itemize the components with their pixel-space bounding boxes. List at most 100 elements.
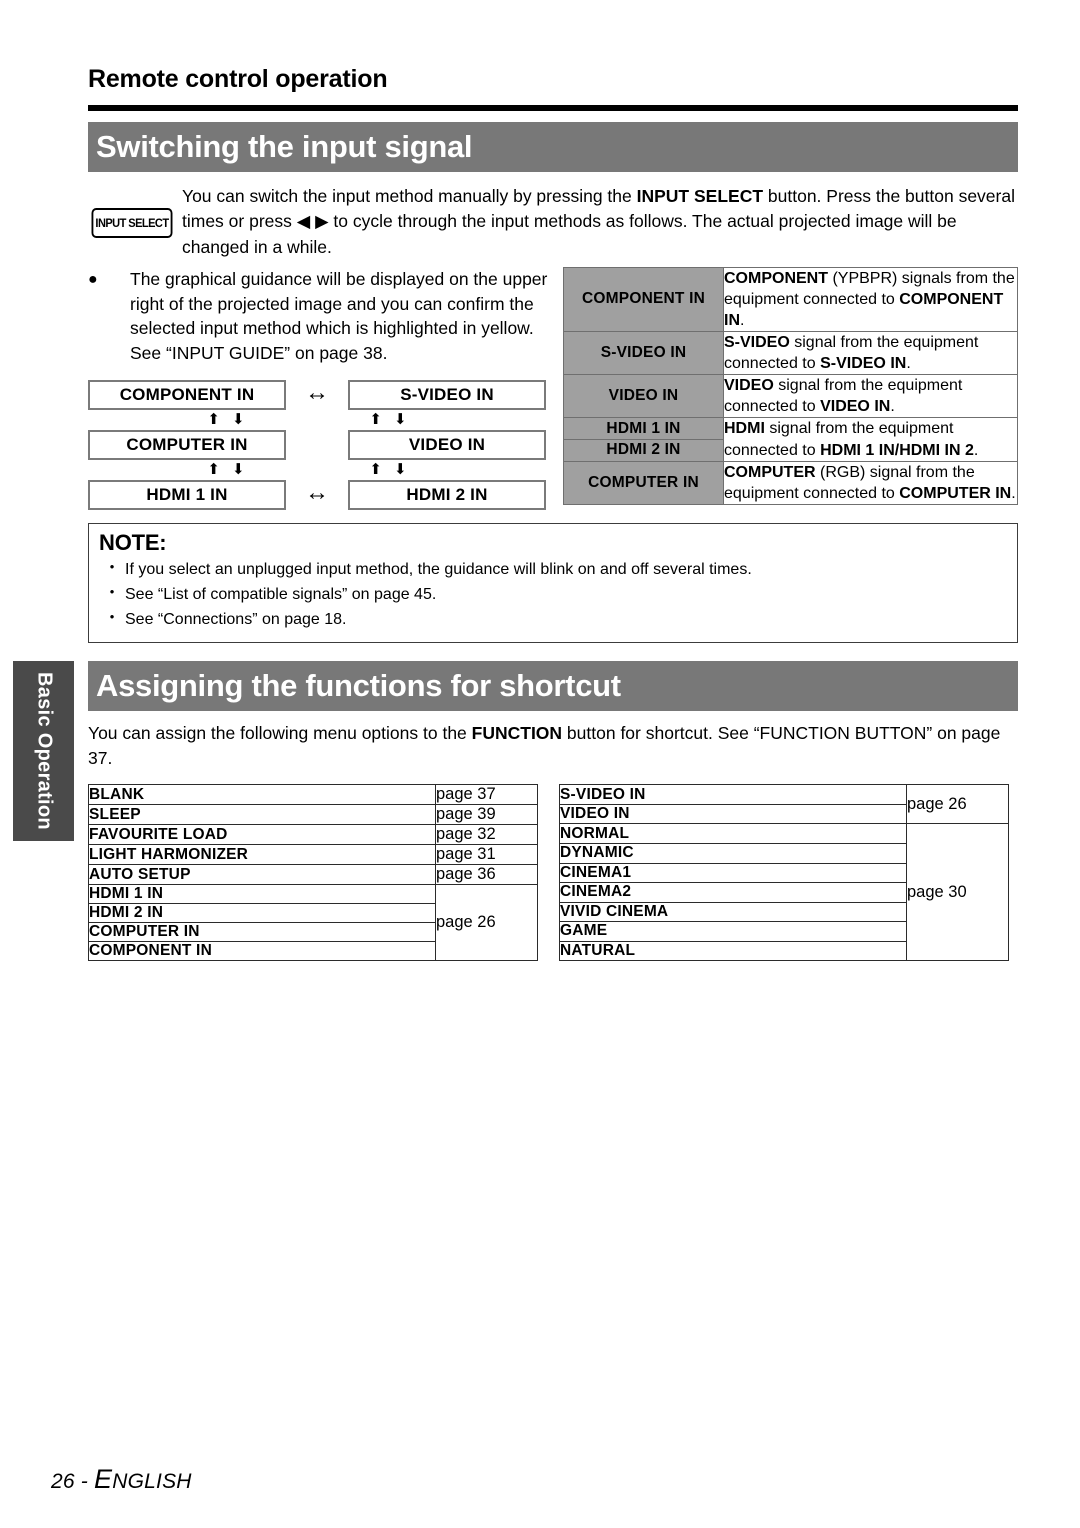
signal-description-cell: COMPONENT (YPBPR) signals from the equip… [723, 266, 1018, 332]
shortcut-option-cell: VIDEO IN [559, 803, 907, 825]
shortcut-left-body: BLANK page 37 SLEEP page 39 FAVOURITE LOAD pa… [88, 784, 538, 962]
left-column: ● The graphical guidance will be display… [88, 267, 558, 511]
note-item: • See “List of compatible signals” on pag… [99, 583, 1007, 606]
shortcut-option-cell: DYNAMIC [559, 842, 907, 864]
note-box: NOTE: • If you select an unplugged input … [88, 523, 1018, 643]
signal-table-body: COMPONENT IN COMPONENT (YPBPR) signals fr… [563, 266, 1018, 505]
header-rule [88, 104, 1018, 111]
signal-term: COMPUTER IN [899, 484, 1012, 502]
intro-row: INPUT SELECT You can switch the input me… [88, 184, 1018, 261]
signal-name-cell: COMPUTER IN [563, 460, 724, 505]
note-item-text: See “List of compatible signals” on page… [125, 586, 437, 604]
note-bullet-icon: • [109, 609, 115, 625]
arrow-down-icon: ⬇ [394, 460, 407, 478]
section-title: Switching the input signal [96, 128, 473, 164]
signal-term: S-VIDEO [724, 333, 790, 351]
shortcut-tables: BLANK page 37 SLEEP page 39 FAVOURITE LOAD pa… [88, 784, 1018, 962]
vertical-arrows-left-lower: ⬆ ⬇ [176, 457, 276, 481]
footer-language-first: E [94, 1464, 113, 1494]
vertical-arrows-left-upper: ⬆ ⬇ [176, 407, 276, 431]
input-select-button-column: INPUT SELECT [88, 184, 182, 261]
signal-description-cell: S-VIDEO signal from the equipment connec… [723, 330, 1018, 376]
signal-term: VIDEO IN [820, 398, 891, 416]
signal-description-table: COMPONENT IN COMPONENT (YPBPR) signals fr… [563, 266, 1018, 505]
signal-term: HDMI 1 IN/HDMI IN 2 [820, 441, 974, 459]
side-tab-label: Basic Operation [33, 672, 55, 830]
arrow-left-icon: ◀ [296, 211, 311, 232]
input-select-button-icon[interactable]: INPUT SELECT [91, 207, 173, 238]
table-row: COMPUTER IN COMPUTER (RGB) signal from th… [563, 460, 1018, 505]
assign-part1: You can assign the following menu option… [88, 722, 472, 743]
note-bullet-icon: • [109, 559, 115, 575]
note-item-text: If you select an unplugged input method,… [125, 561, 752, 579]
table-row: COMPONENT IN COMPONENT (YPBPR) signals fr… [563, 266, 1018, 332]
shortcut-page-cell: page 39 [435, 804, 538, 826]
shortcut-page-cell: page 26 [435, 884, 538, 962]
section-banner-switching-input: Switching the input signal [88, 121, 1018, 172]
table-row: S-VIDEO IN S-VIDEO signal from the equipm… [563, 330, 1018, 376]
double-arrow-horizontal-icon-bottom: ↔ [305, 479, 329, 507]
intro-paragraph: You can switch the input method manually… [182, 184, 1018, 261]
diagram-box-s-video-in: S-VIDEO IN [348, 380, 546, 411]
guidance-bullet-text: The graphical guidance will be displayed… [130, 268, 548, 364]
arrow-up-icon: ⬆ [207, 410, 220, 428]
guidance-bullet: ● The graphical guidance will be display… [88, 267, 558, 366]
table-row: BLANK page 37 [88, 784, 538, 806]
shortcut-table-left: BLANK page 37 SLEEP page 39 FAVOURITE LOAD pa… [88, 784, 538, 962]
signal-description-cell: COMPUTER (RGB) signal from the equipment… [723, 460, 1018, 505]
shortcut-option-cell: AUTO SETUP [88, 864, 436, 886]
shortcut-option-cell: BLANK [88, 784, 436, 806]
note-item: • If you select an unplugged input method… [99, 558, 1007, 581]
diagram-box-video-in: VIDEO IN [348, 430, 546, 461]
middle-columns: ● The graphical guidance will be display… [88, 266, 1018, 511]
signal-description-cell: VIDEO signal from the equipment connecte… [723, 374, 1018, 419]
arrow-up-icon: ⬆ [369, 460, 382, 478]
note-title: NOTE: [99, 530, 167, 556]
shortcut-option-cell: CINEMA1 [559, 862, 907, 884]
signal-name-cell: S-VIDEO IN [563, 330, 724, 376]
intro-bold-input-select: INPUT SELECT [636, 185, 764, 206]
shortcut-option-cell: FAVOURITE LOAD [88, 824, 436, 846]
shortcut-page-cell: page 31 [435, 844, 538, 866]
note-bullet-icon: • [109, 584, 115, 600]
shortcut-option-cell: NORMAL [559, 823, 907, 844]
diagram-box-hdmi-2-in: HDMI 2 IN [348, 480, 546, 511]
arrow-up-icon: ⬆ [369, 410, 382, 428]
shortcut-page-cell: page 37 [435, 784, 538, 806]
shortcut-option-cell: HDMI 1 IN [88, 884, 436, 905]
shortcut-option-cell: S-VIDEO IN [559, 784, 907, 805]
signal-text: . [890, 398, 895, 416]
shortcut-option-cell: COMPUTER IN [88, 922, 436, 943]
arrow-right-icon: ▶ [315, 211, 329, 232]
note-item: • See “Connections” on page 18. [99, 608, 1007, 631]
arrow-down-icon: ⬇ [394, 410, 407, 428]
table-row: HDMI 1 IN page 26 [88, 884, 538, 962]
assign-paragraph: You can assign the following menu option… [88, 721, 1018, 772]
signal-text: . [973, 441, 979, 459]
signal-term: HDMI [724, 420, 765, 438]
note-item-text: See “Connections” on page 18. [125, 611, 347, 629]
arrow-down-icon: ⬇ [232, 460, 245, 478]
intro-part1: You can switch the input method manually… [182, 185, 637, 206]
shortcut-option-cell: HDMI 2 IN [88, 903, 436, 924]
signal-name-cell: HDMI 1 IN [563, 417, 724, 441]
shortcut-right-body: S-VIDEO IN page 26 VIDEO IN NORMAL page 30 DY… [559, 784, 1009, 962]
shortcut-page-cell: page 32 [435, 824, 538, 846]
signal-text: . [906, 355, 911, 373]
vertical-arrows-right-lower: ⬆ ⬇ [338, 457, 438, 481]
input-cycle-diagram: COMPONENT IN S-VIDEO IN COMPUTER IN VIDE… [88, 380, 546, 511]
section-banner-assigning-functions: Assigning the functions for shortcut [88, 660, 1018, 711]
shortcut-option-cell: CINEMA2 [559, 882, 907, 903]
table-row: SLEEP page 39 [88, 804, 538, 826]
table-row: VIDEO IN VIDEO signal from the equipment … [563, 374, 1018, 419]
signal-term: VIDEO [724, 377, 774, 395]
assign-bold-function: FUNCTION [471, 722, 563, 743]
signal-description-cell: HDMI signal from the equipment connected… [723, 417, 1018, 462]
shortcut-page-cell: page 26 [906, 784, 1009, 825]
page-content: Remote control operation Switching the i… [88, 0, 1018, 962]
table-row: LIGHT HARMONIZER page 31 [88, 844, 538, 866]
diagram-box-computer-in: COMPUTER IN [88, 430, 286, 461]
signal-term: S-VIDEO IN [820, 355, 907, 373]
signal-term: COMPUTER [724, 463, 816, 481]
shortcut-option-cell: VIVID CINEMA [559, 901, 907, 923]
